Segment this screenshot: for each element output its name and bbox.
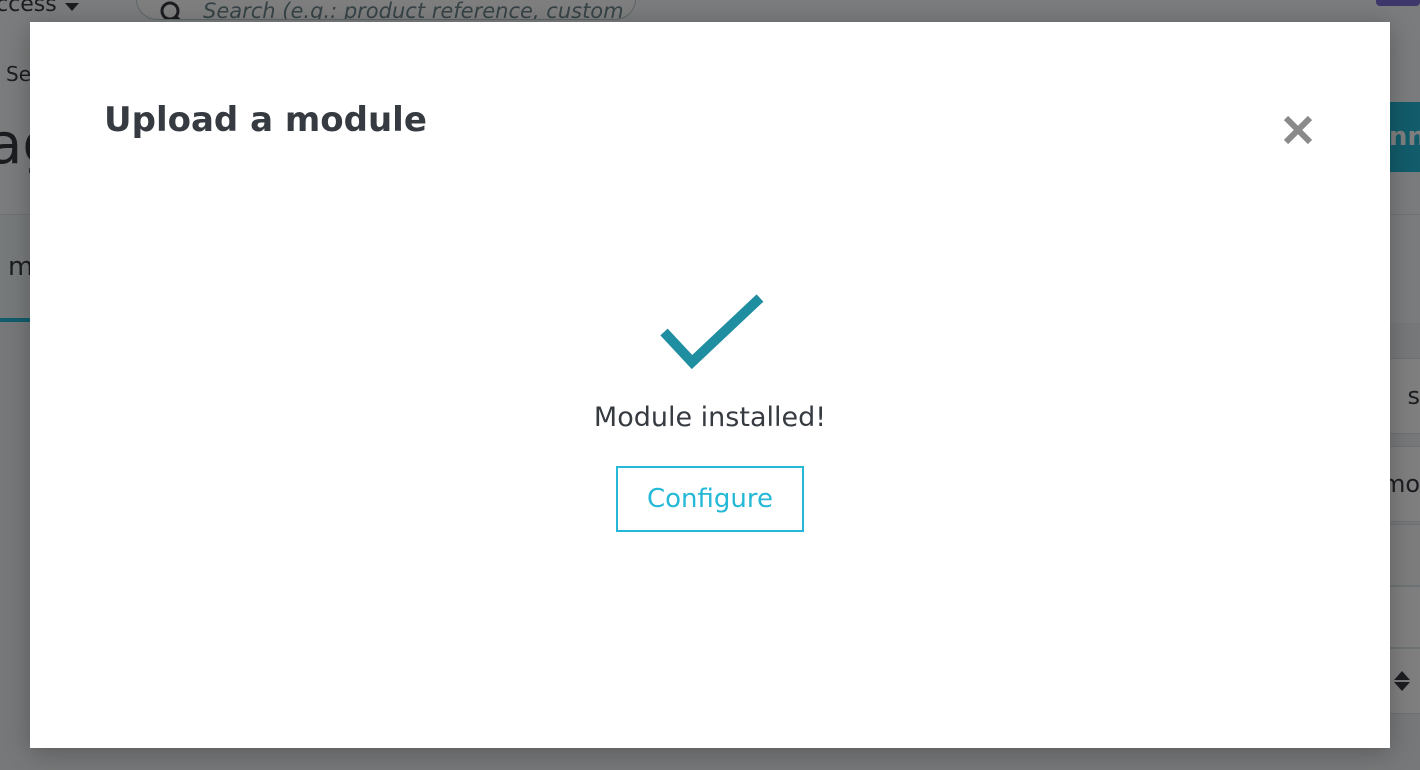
checkmark-icon: [660, 294, 764, 370]
admin-page: ccess Se ag nn m s mo Upload a module: [0, 0, 1420, 770]
close-button[interactable]: [1274, 108, 1322, 152]
configure-button[interactable]: Configure: [616, 466, 804, 532]
close-icon: [1283, 115, 1313, 145]
success-message: Module installed!: [593, 402, 827, 433]
upload-module-modal: Upload a module Module installed! Config…: [30, 22, 1390, 748]
modal-title: Upload a module: [104, 100, 427, 140]
